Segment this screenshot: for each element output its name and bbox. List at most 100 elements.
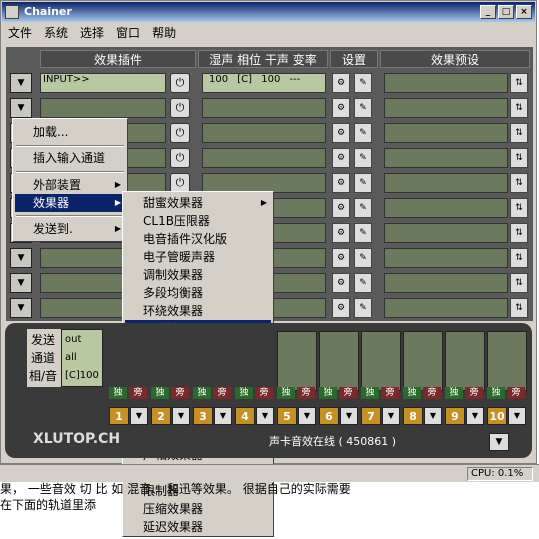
solo-button[interactable]: 独 xyxy=(319,387,337,399)
submenu-item[interactable]: CL1B压限器 xyxy=(125,212,271,230)
channel-number[interactable]: 7 xyxy=(361,407,381,425)
edit-icon[interactable]: ✎ xyxy=(354,173,372,193)
settings-icon[interactable]: ⚙ xyxy=(332,98,350,118)
submenu-item[interactable]: 电音插件汉化版 xyxy=(125,230,271,248)
submenu-item[interactable]: 延迟效果器 xyxy=(125,518,271,536)
edit-icon[interactable]: ✎ xyxy=(354,73,372,93)
preset-scroll-button[interactable]: ⇅ xyxy=(510,248,528,268)
channel-dropdown-button[interactable]: ▼ xyxy=(382,407,400,425)
mute-button[interactable]: 旁 xyxy=(255,387,273,399)
mute-button[interactable]: 旁 xyxy=(297,387,315,399)
preset-slot[interactable] xyxy=(384,248,508,268)
mute-button[interactable]: 旁 xyxy=(213,387,231,399)
device-dropdown-button[interactable]: ▼ xyxy=(489,433,509,451)
preset-scroll-button[interactable]: ⇅ xyxy=(510,148,528,168)
channel-dropdown-button[interactable]: ▼ xyxy=(424,407,442,425)
channel-number[interactable]: 6 xyxy=(319,407,339,425)
preset-slot[interactable] xyxy=(384,298,508,318)
mute-button[interactable]: 旁 xyxy=(465,387,483,399)
preset-slot[interactable] xyxy=(384,98,508,118)
submenu-item[interactable]: 压缩效果器 xyxy=(125,500,271,518)
slot-menu-button[interactable]: ▼ xyxy=(10,98,32,118)
settings-icon[interactable]: ⚙ xyxy=(332,298,350,318)
settings-icon[interactable]: ⚙ xyxy=(332,198,350,218)
solo-button[interactable]: 独 xyxy=(151,387,169,399)
slot-menu-button[interactable]: ▼ xyxy=(10,298,32,318)
edit-icon[interactable]: ✎ xyxy=(354,298,372,318)
mute-button[interactable]: 旁 xyxy=(339,387,357,399)
preset-slot[interactable] xyxy=(384,273,508,293)
channel-dropdown-button[interactable]: ▼ xyxy=(256,407,274,425)
channel-dropdown-button[interactable]: ▼ xyxy=(130,407,148,425)
mute-button[interactable]: 旁 xyxy=(507,387,525,399)
solo-button[interactable]: 独 xyxy=(403,387,421,399)
ctx-effects[interactable]: 效果器 ▶ xyxy=(15,194,125,212)
preset-slot[interactable] xyxy=(384,148,508,168)
channel-dropdown-button[interactable]: ▼ xyxy=(298,407,316,425)
settings-icon[interactable]: ⚙ xyxy=(332,173,350,193)
channel-dropdown-button[interactable]: ▼ xyxy=(508,407,526,425)
power-icon[interactable]: ⏻ xyxy=(170,173,190,193)
menu-system[interactable]: 系统 xyxy=(38,23,74,43)
preset-slot[interactable] xyxy=(384,173,508,193)
preset-scroll-button[interactable]: ⇅ xyxy=(510,73,528,93)
submenu-item[interactable]: 调制效果器 xyxy=(125,266,271,284)
power-icon[interactable]: ⏻ xyxy=(170,123,190,143)
preset-scroll-button[interactable]: ⇅ xyxy=(510,273,528,293)
ctx-external[interactable]: 外部装置 ▶ xyxy=(15,176,125,194)
settings-icon[interactable]: ⚙ xyxy=(332,148,350,168)
solo-button[interactable]: 独 xyxy=(193,387,211,399)
preset-scroll-button[interactable]: ⇅ xyxy=(510,173,528,193)
power-icon[interactable]: ⏻ xyxy=(170,98,190,118)
submenu-item[interactable]: 环绕效果器 xyxy=(125,302,271,320)
slot-menu-button[interactable]: ▼ xyxy=(10,73,32,93)
channel-number[interactable]: 3 xyxy=(193,407,213,425)
mute-button[interactable]: 旁 xyxy=(171,387,189,399)
channel-number[interactable]: 8 xyxy=(403,407,423,425)
close-button[interactable]: × xyxy=(516,5,532,19)
slot-menu-button[interactable]: ▼ xyxy=(10,273,32,293)
menu-select[interactable]: 选择 xyxy=(74,23,110,43)
power-icon[interactable]: ⏻ xyxy=(170,148,190,168)
edit-icon[interactable]: ✎ xyxy=(354,273,372,293)
settings-icon[interactable]: ⚙ xyxy=(332,123,350,143)
preset-scroll-button[interactable]: ⇅ xyxy=(510,98,528,118)
channel-number[interactable]: 10 xyxy=(487,407,507,425)
power-icon[interactable]: ⏻ xyxy=(170,73,190,93)
plugin-slot[interactable] xyxy=(40,98,166,118)
submenu-item[interactable]: 电子管暖声器 xyxy=(125,248,271,266)
submenu-item[interactable]: 多段均衡器 xyxy=(125,284,271,302)
minimize-button[interactable]: _ xyxy=(480,5,496,19)
ctx-insert-input[interactable]: 插入输入通道 xyxy=(15,149,125,167)
mute-button[interactable]: 旁 xyxy=(381,387,399,399)
edit-icon[interactable]: ✎ xyxy=(354,248,372,268)
channel-dropdown-button[interactable]: ▼ xyxy=(340,407,358,425)
channel-number[interactable]: 4 xyxy=(235,407,255,425)
ctx-load[interactable]: 加载... xyxy=(15,123,125,141)
preset-scroll-button[interactable]: ⇅ xyxy=(510,298,528,318)
preset-scroll-button[interactable]: ⇅ xyxy=(510,198,528,218)
channel-dropdown-button[interactable]: ▼ xyxy=(466,407,484,425)
maximize-button[interactable]: □ xyxy=(498,5,514,19)
submenu-item[interactable]: 甜蜜效果器 ▶ xyxy=(125,194,271,212)
preset-scroll-button[interactable]: ⇅ xyxy=(510,123,528,143)
menu-help[interactable]: 帮助 xyxy=(146,23,182,43)
settings-icon[interactable]: ⚙ xyxy=(332,248,350,268)
edit-icon[interactable]: ✎ xyxy=(354,148,372,168)
channel-dropdown-button[interactable]: ▼ xyxy=(214,407,232,425)
solo-button[interactable]: 独 xyxy=(235,387,253,399)
preset-slot[interactable] xyxy=(384,223,508,243)
slot-menu-button[interactable]: ▼ xyxy=(10,248,32,268)
mute-button[interactable]: 旁 xyxy=(423,387,441,399)
mute-button[interactable]: 旁 xyxy=(129,387,147,399)
solo-button[interactable]: 独 xyxy=(277,387,295,399)
plugin-slot[interactable]: INPUT>> xyxy=(40,73,166,93)
settings-icon[interactable]: ⚙ xyxy=(332,273,350,293)
edit-icon[interactable]: ✎ xyxy=(354,223,372,243)
preset-slot[interactable] xyxy=(384,198,508,218)
ctx-send-to[interactable]: 发送到. ▶ xyxy=(15,220,125,238)
solo-button[interactable]: 独 xyxy=(109,387,127,399)
settings-icon[interactable]: ⚙ xyxy=(332,223,350,243)
menu-file[interactable]: 文件 xyxy=(2,23,38,43)
channel-number[interactable]: 1 xyxy=(109,407,129,425)
